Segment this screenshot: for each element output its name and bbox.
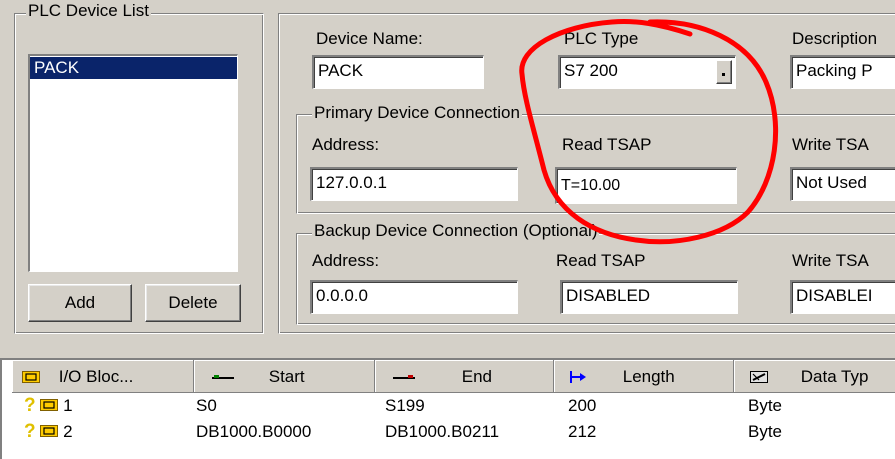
column-header-block-label: I/O Bloc... bbox=[58, 367, 134, 386]
description-field[interactable]: Packing P bbox=[790, 55, 895, 89]
row-block-cell: ? 2 bbox=[24, 419, 194, 445]
row-block-cell: ? 1 bbox=[24, 393, 194, 419]
start-icon bbox=[212, 375, 234, 379]
column-header-datatype-label: Data Typ bbox=[800, 367, 869, 386]
table-row[interactable]: ? 2 DB1000.B0000 DB1000.B0211 212 Byte bbox=[12, 419, 895, 445]
device-name-field[interactable]: PACK bbox=[312, 55, 484, 89]
warning-icon: ? bbox=[24, 421, 36, 442]
device-list-item[interactable]: PACK bbox=[30, 57, 237, 79]
primary-connection-title: Primary Device Connection bbox=[312, 103, 522, 123]
delete-button[interactable]: Delete bbox=[145, 284, 241, 322]
column-header-length[interactable]: Length bbox=[554, 360, 734, 393]
column-header-end[interactable]: End bbox=[375, 360, 554, 393]
column-header-datatype[interactable]: Data Typ bbox=[734, 360, 895, 393]
device-listbox[interactable]: PACK bbox=[28, 54, 238, 272]
block-icon bbox=[40, 399, 59, 411]
device-list-title: PLC Device List bbox=[26, 1, 151, 21]
column-header-end-label: End bbox=[461, 367, 492, 386]
row-block-number: 1 bbox=[63, 396, 73, 415]
block-icon bbox=[40, 425, 59, 437]
table-row[interactable]: ? 1 S0 S199 200 Byte bbox=[12, 393, 895, 419]
end-icon bbox=[393, 375, 415, 379]
primary-read-tsap-label: Read TSAP bbox=[562, 135, 652, 154]
primary-read-tsap-field[interactable]: T=10.00 bbox=[555, 167, 737, 204]
backup-read-tsap-label: Read TSAP bbox=[556, 251, 646, 270]
primary-address-field[interactable]: 127.0.0.1 bbox=[310, 167, 518, 201]
row-start-cell: DB1000.B0000 bbox=[196, 422, 312, 441]
backup-write-tsap-field[interactable]: DISABLEI bbox=[790, 280, 895, 314]
backup-read-tsap-field[interactable]: DISABLED bbox=[560, 280, 738, 314]
plc-type-label: PLC Type bbox=[564, 29, 639, 48]
row-end-cell: S199 bbox=[385, 396, 425, 415]
device-name-label: Device Name: bbox=[316, 29, 423, 48]
row-type-cell: Byte bbox=[748, 396, 783, 415]
column-header-length-label: Length bbox=[622, 367, 675, 386]
backup-address-label: Address: bbox=[312, 251, 380, 270]
column-header-block[interactable]: I/O Bloc... bbox=[12, 360, 194, 393]
description-label: Description bbox=[792, 29, 878, 48]
backup-address-field[interactable]: 0.0.0.0 bbox=[310, 280, 518, 314]
row-block-number: 2 bbox=[63, 422, 73, 441]
io-block-grid[interactable]: I/O Bloc... Start End Length Data Typ ? … bbox=[0, 358, 895, 459]
add-button[interactable]: Add bbox=[28, 284, 132, 322]
warning-icon: ? bbox=[24, 395, 36, 416]
chevron-down-icon bbox=[722, 73, 725, 76]
backup-write-tsap-label: Write TSA bbox=[792, 251, 869, 270]
primary-address-label: Address: bbox=[312, 135, 380, 154]
primary-write-tsap-field[interactable]: Not Used bbox=[790, 167, 895, 201]
backup-connection-title: Backup Device Connection (Optional) bbox=[312, 221, 600, 241]
row-start-cell: S0 bbox=[196, 396, 217, 415]
plc-type-select[interactable]: S7 200 bbox=[558, 55, 736, 89]
length-icon bbox=[570, 371, 586, 383]
row-length-cell: 200 bbox=[568, 396, 597, 415]
row-end-cell: DB1000.B0211 bbox=[385, 422, 500, 441]
column-header-start-label: Start bbox=[268, 367, 305, 386]
plc-type-value: S7 200 bbox=[564, 61, 618, 80]
row-length-cell: 212 bbox=[568, 422, 597, 441]
row-type-cell: Byte bbox=[748, 422, 783, 441]
block-icon bbox=[22, 371, 40, 383]
primary-write-tsap-label: Write TSA bbox=[792, 135, 869, 154]
plc-type-dropdown-button[interactable] bbox=[716, 60, 732, 84]
column-header-start[interactable]: Start bbox=[194, 360, 375, 393]
datatype-icon bbox=[750, 371, 768, 383]
